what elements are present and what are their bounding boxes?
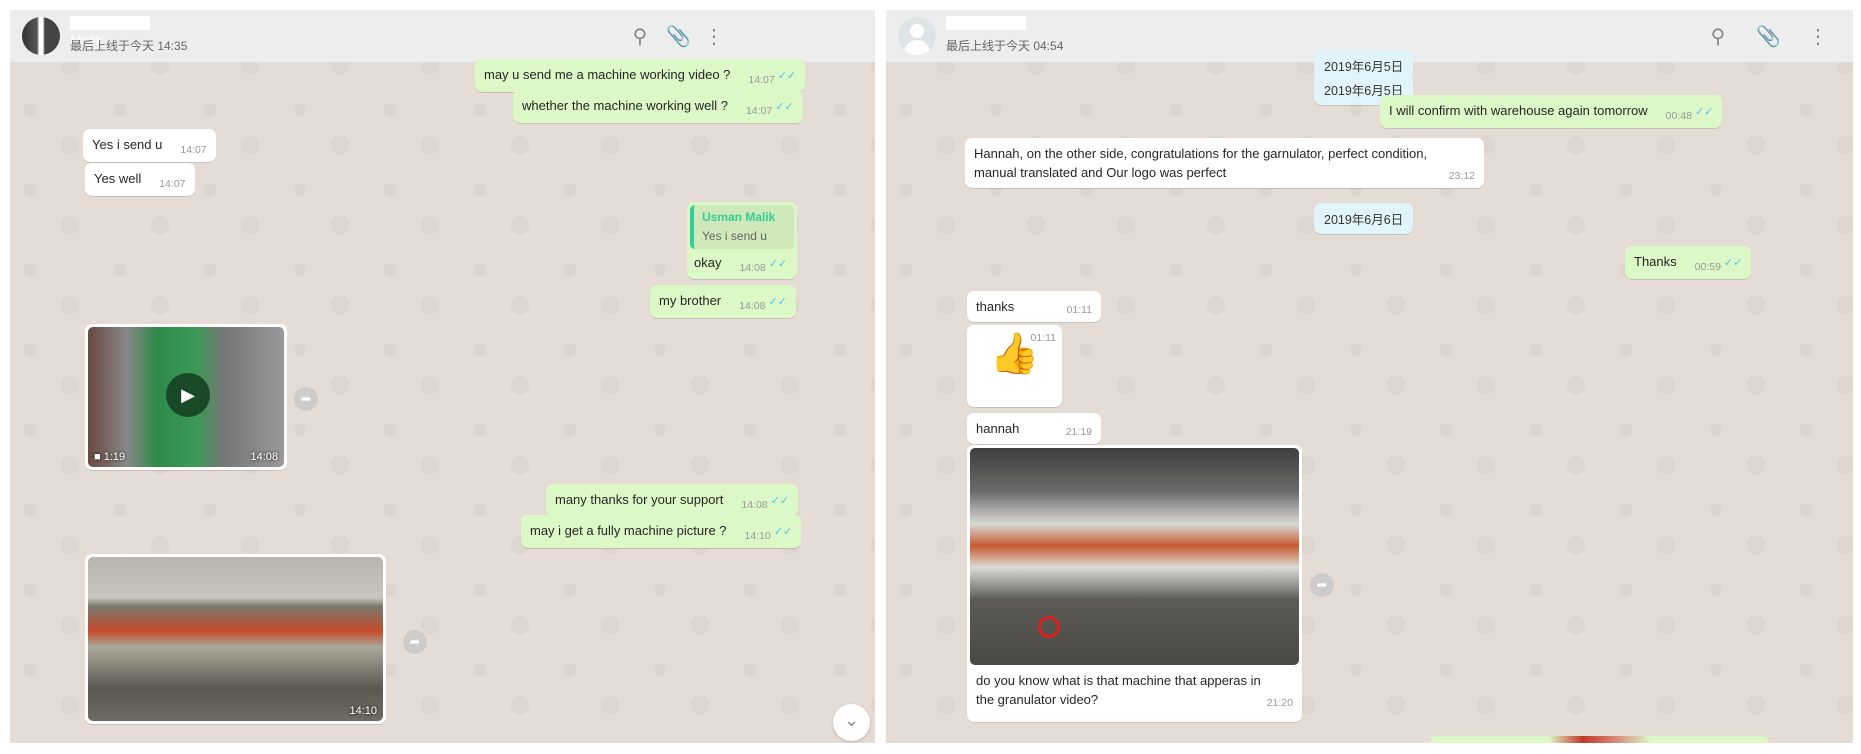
quoted-message[interactable]: Usman Malik Yes i send u bbox=[690, 205, 794, 249]
search-icon[interactable]: ⚲ bbox=[1706, 25, 1730, 49]
red-circle-annotation bbox=[1038, 616, 1060, 638]
message-time: 14:10 bbox=[349, 705, 377, 717]
play-icon[interactable]: ▶ bbox=[166, 373, 210, 417]
menu-icon[interactable]: ⋮ bbox=[702, 25, 726, 49]
avatar[interactable] bbox=[22, 17, 60, 55]
message-outgoing[interactable]: may i get a fully machine picture ? 14:10… bbox=[521, 515, 802, 548]
message-outgoing[interactable]: I will confirm with warehouse again tomo… bbox=[1380, 95, 1723, 128]
contact-name[interactable]: Manuel bbox=[946, 16, 1026, 32]
message-outgoing[interactable]: whether the machine working well ? 14:07 ✓… bbox=[513, 90, 803, 123]
forward-icon[interactable]: ➦ bbox=[1310, 573, 1334, 597]
emoji-message[interactable]: 👍 01:11 bbox=[967, 325, 1062, 407]
attach-icon[interactable]: 📎 bbox=[666, 25, 691, 49]
message-time: 14:08 bbox=[250, 451, 278, 463]
contact-name[interactable]: Usman Malik bbox=[70, 16, 150, 48]
read-ticks-icon: ✓✓ bbox=[775, 101, 794, 113]
message-outgoing[interactable]: my brother 14:08 ✓✓ bbox=[650, 285, 796, 318]
avatar[interactable] bbox=[898, 17, 936, 55]
forward-icon[interactable]: ➦ bbox=[294, 387, 318, 411]
image-caption: do you know what is that machine that ap… bbox=[976, 673, 1293, 709]
video-camera-icon: ■ bbox=[94, 451, 101, 463]
image-message[interactable]: 14:10 bbox=[85, 554, 386, 724]
left-chat-panel: Usman Malik 最后上线于今天 14:35 ⚲ 📎 ⋮ may u se… bbox=[10, 10, 875, 743]
message-incoming[interactable]: Yes well 14:07 bbox=[85, 163, 195, 196]
message-incoming[interactable]: hannah 21:19 bbox=[967, 413, 1101, 444]
attach-icon[interactable]: 📎 bbox=[1756, 25, 1781, 49]
video-duration: ■ 1:19 bbox=[94, 451, 126, 463]
message-outgoing[interactable]: may u send me a machine working video ? 1… bbox=[475, 59, 806, 92]
right-chat-panel: Manuel 最后上线于今天 04:54 ⚲ 📎 ⋮ 2019年6月5日 201… bbox=[886, 10, 1853, 743]
forward-icon[interactable]: ➦ bbox=[403, 630, 427, 654]
message-outgoing[interactable]: Thanks 00:59 ✓✓ bbox=[1625, 246, 1752, 279]
message-outgoing[interactable]: many thanks for your support 14:08 ✓✓ bbox=[546, 484, 799, 517]
message-incoming[interactable]: Yes i send u 14:07 bbox=[83, 129, 216, 162]
image-message-partial[interactable] bbox=[1430, 736, 1769, 743]
message-reply[interactable]: Usman Malik Yes i send u okay 14:08 ✓✓ bbox=[687, 202, 797, 279]
message-incoming[interactable]: Hannah, on the other side, congratulatio… bbox=[965, 138, 1484, 188]
message-incoming[interactable]: thanks 01:11 bbox=[967, 291, 1101, 322]
read-ticks-icon: ✓✓ bbox=[777, 70, 797, 82]
date-divider: 2019年6月6日 bbox=[1314, 203, 1414, 234]
video-message[interactable]: ▶ ■ 1:19 14:08 bbox=[85, 324, 287, 470]
search-icon[interactable]: ⚲ bbox=[628, 25, 652, 49]
menu-icon[interactable]: ⋮ bbox=[1806, 25, 1830, 49]
scroll-down-button[interactable]: ⌄ bbox=[833, 704, 870, 741]
image-message[interactable]: do you know what is that machine that ap… bbox=[967, 445, 1302, 722]
last-seen-status: 最后上线于今天 04:54 bbox=[946, 39, 1064, 53]
last-seen-status: 最后上线于今天 14:35 bbox=[70, 39, 188, 53]
chat-header: Usman Malik 最后上线于今天 14:35 ⚲ 📎 ⋮ bbox=[10, 10, 875, 63]
